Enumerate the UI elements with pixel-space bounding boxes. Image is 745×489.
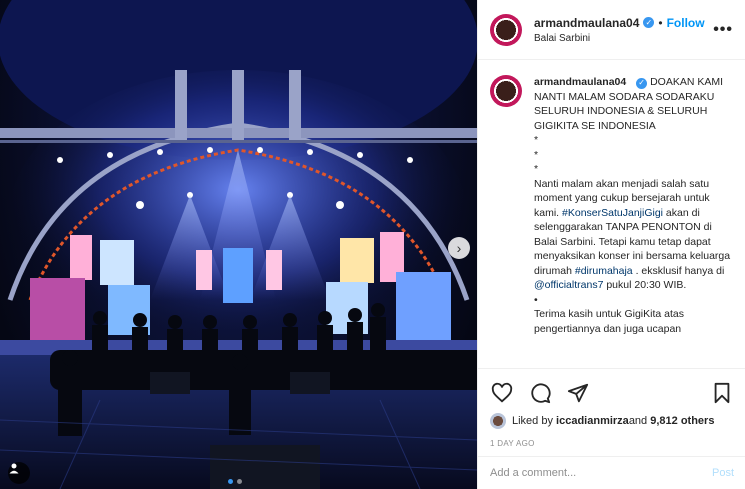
caption-paragraph-1: armandmaulana04 ✓ DOAKAN KAMI NANTI MALA… — [534, 75, 734, 133]
caption-paragraph-3: Terima kasih untuk GigiKita atas pengert… — [534, 308, 684, 335]
post-side-panel: armandmaulana04 ✓ • Follow Balai Sarbini… — [477, 0, 745, 489]
caption-avatar[interactable] — [490, 75, 522, 107]
hashtag-link[interactable]: #dirumahaja — [575, 265, 633, 277]
avatar[interactable] — [490, 413, 506, 429]
likes-count-link[interactable]: 9,812 others — [650, 415, 714, 427]
more-horizontal-icon[interactable]: ••• — [713, 21, 733, 39]
chevron-right-icon: › — [456, 240, 462, 256]
stage-illustration — [0, 0, 477, 489]
caption-body: armandmaulana04 ✓ DOAKAN KAMI NANTI MALA… — [534, 75, 734, 364]
location-link[interactable]: Balai Sarbini — [534, 33, 713, 44]
user-icon — [9, 463, 19, 474]
caption-paragraph-2: Nanti malam akan menjadi salah satu mome… — [534, 177, 734, 293]
send-icon[interactable] — [566, 381, 590, 405]
comment-icon[interactable] — [528, 381, 552, 405]
bookmark-icon[interactable] — [710, 381, 734, 405]
mention-link[interactable]: @officialtrans7 — [534, 279, 603, 291]
verified-badge-icon: ✓ — [636, 77, 648, 89]
caption-bullet: * — [534, 134, 539, 146]
carousel-indicator — [228, 479, 242, 484]
follow-button[interactable]: Follow — [667, 16, 705, 30]
post-image[interactable]: › — [0, 0, 477, 489]
caption-bullet: * — [534, 148, 539, 161]
caption-text-2c: . eksklusif hanya di — [632, 264, 725, 277]
tagged-users-button[interactable] — [8, 462, 30, 484]
action-icons — [490, 375, 734, 411]
post-actions: Liked by iccadianmirza and 9,812 others … — [478, 368, 745, 448]
caption-bullet: * — [534, 163, 539, 175]
caption: armandmaulana04 ✓ DOAKAN KAMI NANTI MALA… — [478, 61, 745, 364]
avatar[interactable] — [490, 13, 522, 46]
caption-username-link[interactable]: armandmaulana04 — [534, 76, 626, 88]
comment-input[interactable] — [490, 467, 712, 479]
username-link[interactable]: armandmaulana04 — [534, 16, 639, 30]
likes-middle: and — [628, 415, 648, 427]
caption-text-2d: pukul 20:30 WIB. — [603, 279, 687, 291]
likes-prefix: Liked by — [512, 415, 553, 427]
verified-badge-icon: ✓ — [643, 17, 655, 28]
hashtag-link[interactable]: #KonserSatuJanjiGigi — [562, 207, 663, 219]
likes-summary: Liked by iccadianmirza and 9,812 others — [490, 413, 734, 429]
carousel-dot — [228, 479, 233, 484]
header-line: armandmaulana04 ✓ • Follow — [534, 16, 713, 30]
post-comment-button[interactable]: Post — [712, 467, 734, 479]
separator: • — [658, 15, 663, 30]
caption-bullet: • — [534, 293, 538, 306]
post-date[interactable]: 1 DAY AGO — [490, 439, 734, 448]
comment-form: Post — [478, 456, 745, 489]
next-slide-button[interactable]: › — [448, 237, 470, 259]
heart-icon[interactable] — [490, 381, 514, 405]
liker-username-link[interactable]: iccadianmirza — [556, 415, 629, 427]
post-header: armandmaulana04 ✓ • Follow Balai Sarbini… — [478, 0, 745, 60]
header-text: armandmaulana04 ✓ • Follow Balai Sarbini — [534, 16, 713, 44]
carousel-dot — [237, 479, 242, 484]
